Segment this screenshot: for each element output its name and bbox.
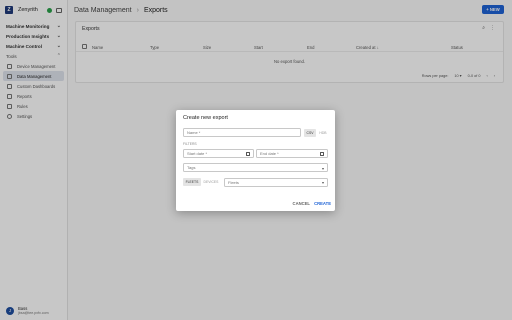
format-csv-toggle[interactable]: CSV: [304, 128, 316, 137]
devices-toggle[interactable]: DEVICES: [201, 178, 221, 186]
calendar-icon[interactable]: [246, 152, 250, 156]
dialog-title: Create new export: [183, 115, 228, 121]
name-field[interactable]: Name *: [183, 128, 301, 137]
format-hdb-toggle[interactable]: HDB: [317, 129, 329, 137]
fleets-toggle[interactable]: FLEETS: [183, 178, 201, 186]
fleets-select[interactable]: Fleets ▾: [224, 177, 328, 187]
end-date-field[interactable]: End date *: [256, 149, 328, 158]
cancel-button[interactable]: CANCEL: [293, 201, 310, 206]
calendar-icon[interactable]: [320, 152, 324, 156]
create-export-dialog: Create new export Name * CSV HDB FILTERS…: [176, 110, 335, 211]
chevron-down-icon: ▾: [321, 165, 324, 171]
end-date-placeholder: End date *: [260, 151, 279, 156]
tags-select[interactable]: Tags ▾: [183, 163, 328, 172]
name-placeholder: Name *: [187, 130, 201, 135]
start-date-placeholder: Start date *: [187, 151, 208, 156]
create-button[interactable]: CREATE: [314, 201, 331, 206]
filters-label: FILTERS: [183, 142, 197, 146]
start-date-field[interactable]: Start date *: [183, 149, 254, 158]
fleets-placeholder: Fleets: [228, 179, 239, 185]
chevron-down-icon: ▾: [321, 180, 324, 185]
tags-placeholder: Tags: [187, 165, 196, 170]
